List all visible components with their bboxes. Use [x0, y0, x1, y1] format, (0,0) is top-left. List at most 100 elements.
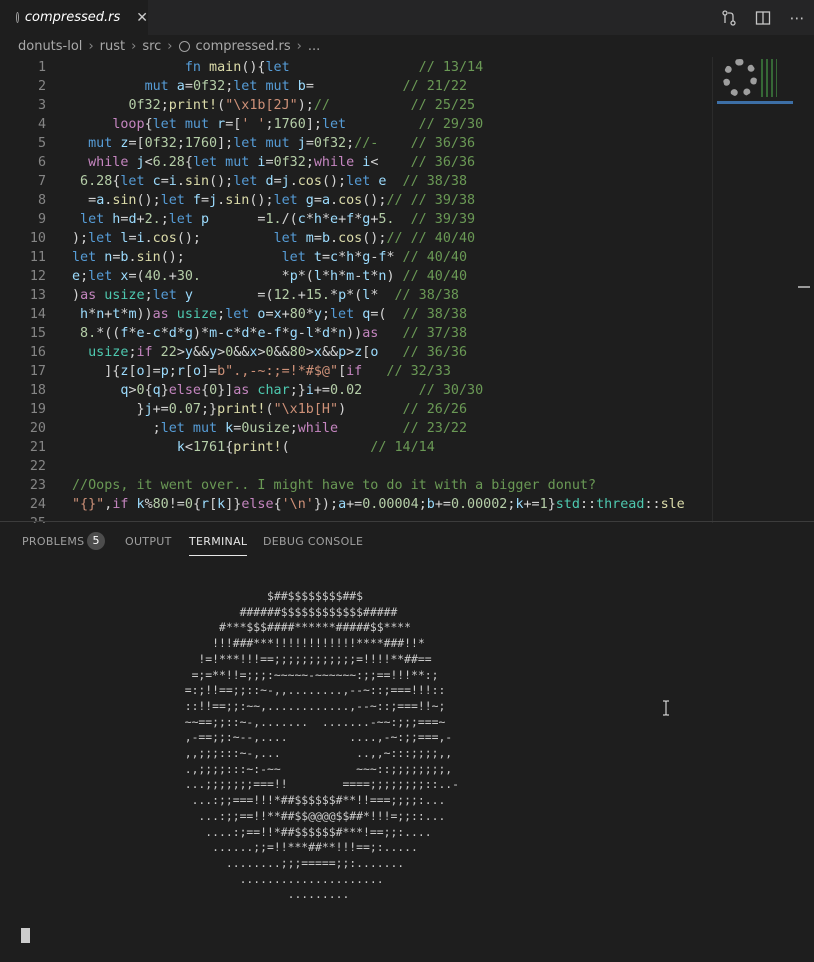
- tab-terminal[interactable]: TERMINAL: [189, 535, 248, 556]
- terminal-cursor: [21, 928, 30, 943]
- code-token: // 30/30: [362, 383, 484, 398]
- line-number: 21: [29, 440, 46, 455]
- code-text: let n=b.sin(); let t=c*h*g-f* // 40/40: [72, 248, 467, 267]
- code-token: std: [555, 497, 580, 512]
- code-token: q: [354, 307, 371, 322]
- text-cursor-icon: [663, 700, 669, 716]
- code-line[interactable]: 2 mut a=0f32;let mut b= // 21/22: [0, 77, 720, 96]
- code-token: *: [305, 212, 314, 227]
- code-token: =: [305, 136, 314, 151]
- code-line[interactable]: 1 fn main(){let // 13/14: [0, 58, 720, 77]
- code-line[interactable]: 24 "{}",if k%80!=0{r[k]}else{'\n'});a+=0.…: [0, 495, 720, 514]
- code-token: 1760: [184, 136, 218, 151]
- split-editor-icon[interactable]: [754, 9, 772, 27]
- code-token: 0: [184, 497, 193, 512]
- code-token: ]=: [144, 364, 161, 379]
- breadcrumb-item[interactable]: donuts-lol: [18, 39, 82, 54]
- code-token: ;: [217, 307, 226, 322]
- code-token: +=: [434, 497, 451, 512]
- code-line[interactable]: 16 usize;if 22>y&&y>0&&x>0&&80>x&&p>z[o …: [0, 343, 720, 362]
- code-line[interactable]: 17 ]{z[o]=p;r[o]=b".,-~:;=!*#$@"[if // 3…: [0, 362, 720, 381]
- code-token: i: [305, 383, 314, 398]
- code-line[interactable]: 11 let n=b.sin(); let t=c*h*g-f* // 40/40: [0, 248, 720, 267]
- code-line[interactable]: 3 0f32;print!("\x1b[2J");// // 25/25: [0, 96, 720, 115]
- code-token: j: [289, 136, 306, 151]
- code-token: ();: [362, 193, 387, 208]
- breadcrumb-item[interactable]: rust: [100, 39, 125, 54]
- code-line[interactable]: 8 =a.sin();let f=j.sin();let g=a.cos();/…: [0, 191, 720, 210]
- code-token: {: [144, 117, 153, 132]
- code-line[interactable]: 5 mut z=[0f32;1760];let mut j=0f32;//- /…: [0, 134, 720, 153]
- panel-divider[interactable]: [0, 521, 814, 522]
- code-line[interactable]: 20 ;let mut k=0usize;while // 23/22: [0, 419, 720, 438]
- tab-output[interactable]: OUTPUT: [125, 535, 172, 548]
- code-token: p: [160, 364, 169, 379]
- code-line[interactable]: 13)as usize;let y =(12.+15.*p*(l* // 38/…: [0, 286, 720, 305]
- code-line[interactable]: 12 e;let x=(40.+30. *p*(l*h*m-t*n) // 40/…: [0, 267, 720, 286]
- code-token: -: [217, 326, 226, 341]
- code-token: [: [184, 364, 193, 379]
- code-token: <: [184, 440, 193, 455]
- code-token: =[: [225, 117, 242, 132]
- breadcrumb-item[interactable]: src: [142, 39, 161, 54]
- terminal[interactable]: $##$$$$$$$$##$ ######$$$$$$$$$$$$##### #…: [0, 561, 814, 962]
- code-token: *: [330, 326, 339, 341]
- code-token: *: [321, 269, 330, 284]
- code-token: (: [217, 98, 226, 113]
- code-line[interactable]: 19 }j+=0.07;}print!("\x1b[H") // 26/26: [0, 400, 720, 419]
- breadcrumb-item[interactable]: ...: [308, 39, 320, 54]
- code-token: d: [128, 212, 137, 227]
- code-line[interactable]: 18 q>0{q}else{0}]as char;}i+=0.02 // 30/…: [0, 381, 720, 400]
- code-token: //Oops, it went over.. I might have to d…: [72, 478, 597, 493]
- code-line[interactable]: 9 let h=d+2.;let p =1./(c*h*e+f*g+5. // …: [0, 210, 720, 229]
- code-token: // 14/14: [289, 440, 435, 455]
- code-token: .: [176, 174, 185, 189]
- line-number: 1: [37, 60, 46, 75]
- code-token: o: [136, 364, 145, 379]
- code-editor[interactable]: 1 fn main(){let // 13/14 2 mut a=0f32;let…: [0, 57, 814, 523]
- code-token: +: [168, 269, 177, 284]
- code-token: )*: [192, 326, 210, 341]
- code-line[interactable]: 10);let l=i.cos(); let m=b.cos();// // 4…: [0, 229, 720, 248]
- code-token: 0.00002: [450, 497, 508, 512]
- more-actions-icon[interactable]: ⋯: [788, 9, 806, 27]
- code-line[interactable]: 7 6.28{let c=i.sin();let d=j.cos();let e…: [0, 172, 720, 191]
- code-line[interactable]: 15 8.*((f*e-c*d*g)*m-c*d*e-f*g-l*d*n))as…: [0, 324, 720, 343]
- code-token: y: [209, 345, 218, 360]
- code-token: p: [192, 212, 210, 227]
- minimap[interactable]: [712, 57, 799, 523]
- breadcrumb-item[interactable]: compressed.rs: [196, 39, 291, 54]
- code-text: 0f32;print!("\x1b[2J");// // 25/25: [72, 96, 475, 115]
- scrollbar-marker[interactable]: [798, 286, 810, 288]
- tab-problems[interactable]: PROBLEMS: [22, 535, 84, 548]
- minimap-lines: [717, 101, 793, 104]
- code-token: 0: [136, 383, 145, 398]
- close-icon[interactable]: ✕: [136, 10, 148, 26]
- code-token: k: [217, 421, 234, 436]
- editor-tab[interactable]: compressed.rs ✕: [0, 0, 148, 35]
- code-line[interactable]: 6 while j<6.28{let mut i=0f32;while i< /…: [0, 153, 720, 172]
- code-text: );let l=i.cos(); let m=b.cos();// // 40/…: [72, 229, 475, 248]
- code-token: fn: [184, 60, 201, 75]
- code-token: m: [209, 326, 218, 341]
- code-token: *(: [346, 288, 363, 303]
- source-control-icon[interactable]: [720, 9, 738, 27]
- code-token: y: [176, 288, 193, 303]
- code-token: .: [128, 250, 137, 265]
- code-line[interactable]: 21 k<1761{print!( // 14/14: [0, 438, 720, 457]
- code-line[interactable]: 14 h*n+t*m))as usize;let o=x+80*y;let q=…: [0, 305, 720, 324]
- code-token: ;: [144, 288, 153, 303]
- code-token: e: [257, 326, 266, 341]
- code-line[interactable]: 22: [0, 457, 720, 476]
- code-token: sle: [660, 497, 685, 512]
- code-line[interactable]: 4 loop{let mut r=[' ';1760];let // 29/30: [0, 115, 720, 134]
- code-token: let: [152, 288, 177, 303]
- line-number: 6: [37, 155, 46, 170]
- code-token: m: [346, 269, 355, 284]
- code-line[interactable]: 23 //Oops, it went over.. I might have to…: [0, 476, 720, 495]
- code-token: i: [168, 174, 177, 189]
- tab-debug-console[interactable]: DEBUG CONSOLE: [263, 535, 363, 548]
- code-token: <: [144, 155, 153, 170]
- code-token: +: [136, 212, 145, 227]
